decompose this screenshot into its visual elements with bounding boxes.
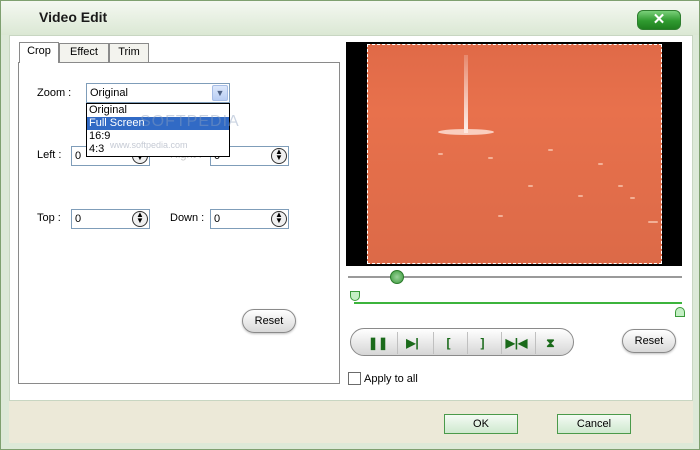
apply-all-checkbox[interactable] (348, 372, 361, 385)
tab-effect[interactable]: Effect (59, 43, 109, 62)
pause-icon: ❚❚ (367, 336, 389, 350)
top-value: 0 (75, 213, 82, 225)
video-dot (598, 163, 603, 165)
title-bar[interactable]: Video Edit ✕ (1, 1, 699, 35)
mark-out-button[interactable]: ] (467, 332, 497, 354)
close-button[interactable]: ✕ (637, 10, 681, 30)
trim-range-track[interactable] (354, 302, 682, 304)
spinner-arrows-icon[interactable]: ▲▼ (271, 211, 287, 227)
cancel-button[interactable]: Cancel (557, 414, 631, 434)
spinner-arrows-icon[interactable]: ▲▼ (132, 211, 148, 227)
fit-button[interactable]: ⧗ (535, 332, 565, 354)
video-dot (648, 221, 658, 223)
video-dot (438, 153, 443, 155)
video-dot (630, 197, 635, 199)
seek-thumb[interactable] (390, 270, 404, 284)
mark-in-icon: [ (446, 336, 451, 350)
down-value: 0 (214, 213, 221, 225)
trim-button[interactable]: ▶|◀ (501, 332, 531, 354)
fit-icon: ⧗ (546, 336, 555, 350)
watermark: SOFTPEDIA (140, 113, 240, 130)
step-forward-icon: ▶| (406, 336, 419, 350)
video-preview (346, 42, 682, 266)
player-reset-button[interactable]: Reset (622, 329, 676, 353)
video-dot (618, 185, 623, 187)
mark-in-button[interactable]: [ (433, 332, 463, 354)
video-dot (578, 195, 583, 197)
video-splash (438, 129, 494, 135)
video-dot (548, 149, 553, 151)
apply-all-label[interactable]: Apply to all (364, 373, 418, 385)
spinner-arrows-icon[interactable]: ▲▼ (271, 148, 287, 164)
step-button[interactable]: ▶| (397, 332, 427, 354)
zoom-label: Zoom : (37, 87, 72, 99)
top-label: Top : (37, 212, 61, 224)
ok-button[interactable]: OK (444, 414, 518, 434)
window-title: Video Edit (39, 9, 108, 25)
pause-button[interactable]: ❚❚ (363, 332, 393, 354)
left-label: Left : (37, 149, 62, 161)
mark-out-icon: ] (480, 336, 485, 350)
left-value: 0 (75, 150, 82, 162)
down-spinner[interactable]: 0 ▲ ▼ (210, 209, 289, 229)
close-icon: ✕ (652, 11, 666, 28)
top-spinner[interactable]: 0 ▲ ▼ (71, 209, 150, 229)
zoom-value: Original (90, 87, 128, 99)
trim-start-handle[interactable] (350, 291, 360, 301)
tab-crop[interactable]: Crop (19, 42, 59, 63)
down-label: Down : (170, 212, 205, 224)
crop-reset-button[interactable]: Reset (242, 309, 296, 333)
trim-icon: ▶|◀ (505, 336, 528, 350)
video-dot (528, 185, 533, 187)
playback-controls: ❚❚ ▶| [ ] ▶|◀ ⧗ (350, 328, 574, 356)
trim-end-handle[interactable] (675, 307, 685, 317)
chevron-down-icon[interactable]: ▼ (212, 85, 228, 101)
video-streak (464, 55, 468, 133)
crop-frame[interactable] (367, 44, 662, 264)
zoom-select[interactable]: Original ▼ (86, 83, 230, 103)
video-dot (498, 215, 503, 217)
video-dot (488, 157, 493, 159)
tab-trim[interactable]: Trim (109, 43, 149, 62)
watermark-url: www.softpedia.com (110, 140, 188, 150)
